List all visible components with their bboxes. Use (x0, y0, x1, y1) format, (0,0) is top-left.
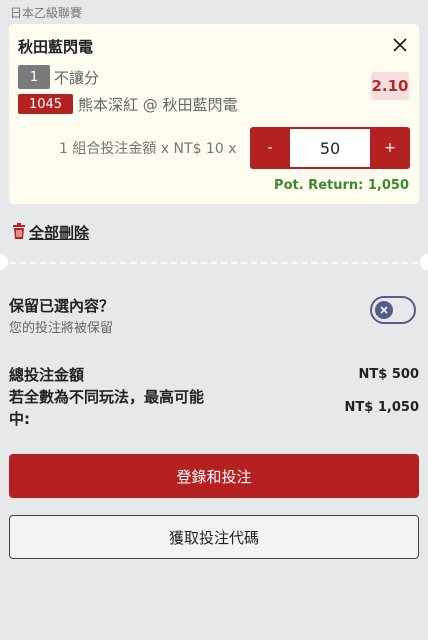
stake-input[interactable] (290, 129, 370, 167)
stake-stepper: - + (250, 127, 410, 169)
delete-all-label: 全部刪除 (29, 224, 90, 242)
toggle-off-icon (375, 301, 393, 319)
market-row: 1 不讓分 (18, 65, 99, 89)
decrease-button[interactable]: - (250, 127, 290, 169)
ticket-notch-left (0, 254, 8, 270)
market-chip: 1 (18, 65, 50, 89)
match-id-chip: 1045 (18, 94, 73, 114)
match-name: 熊本深紅 @ 秋田藍閃電 (78, 95, 238, 114)
dashed-divider (0, 262, 428, 264)
bet-slip-card: 秋田藍閃電 1 不讓分 2.10 1045 熊本深紅 @ 秋田藍閃電 1 組合投… (9, 24, 419, 204)
market-name: 不讓分 (54, 68, 100, 87)
keep-selections-toggle[interactable] (370, 296, 416, 324)
get-bet-code-button[interactable]: 獲取投注代碼 (9, 515, 419, 559)
ticket-notch-right (420, 254, 428, 270)
odds-badge: 2.10 (371, 72, 409, 100)
max-return-value: NT$ 1,050 (344, 400, 419, 415)
delete-all-button[interactable]: 全部刪除 (12, 222, 89, 243)
selection-team: 秋田藍閃電 (18, 38, 94, 56)
increase-button[interactable]: + (370, 127, 410, 169)
potential-return: Pot. Return: 1,050 (274, 178, 409, 193)
total-stake-label: 總投注金額 (9, 366, 85, 384)
close-icon[interactable] (391, 36, 409, 54)
combo-stake-text: 1 組合投注金額 x NT$ 10 x (59, 141, 237, 157)
max-return-label-line2: 中: (9, 410, 30, 428)
total-stake-value: NT$ 500 (358, 367, 419, 382)
max-return-label-line1: 若全數為不同玩法，最高可能 (9, 388, 205, 406)
keep-selections-title: 保留已選內容？ (9, 297, 115, 315)
keep-selections-subtitle: 您的投注將被保留 (9, 321, 114, 336)
match-row: 1045 熊本深紅 @ 秋田藍閃電 (18, 93, 238, 115)
league-name: 日本乙級聯賽 (10, 6, 83, 20)
login-and-bet-button[interactable]: 登錄和投注 (9, 454, 419, 498)
trash-icon (12, 222, 26, 243)
